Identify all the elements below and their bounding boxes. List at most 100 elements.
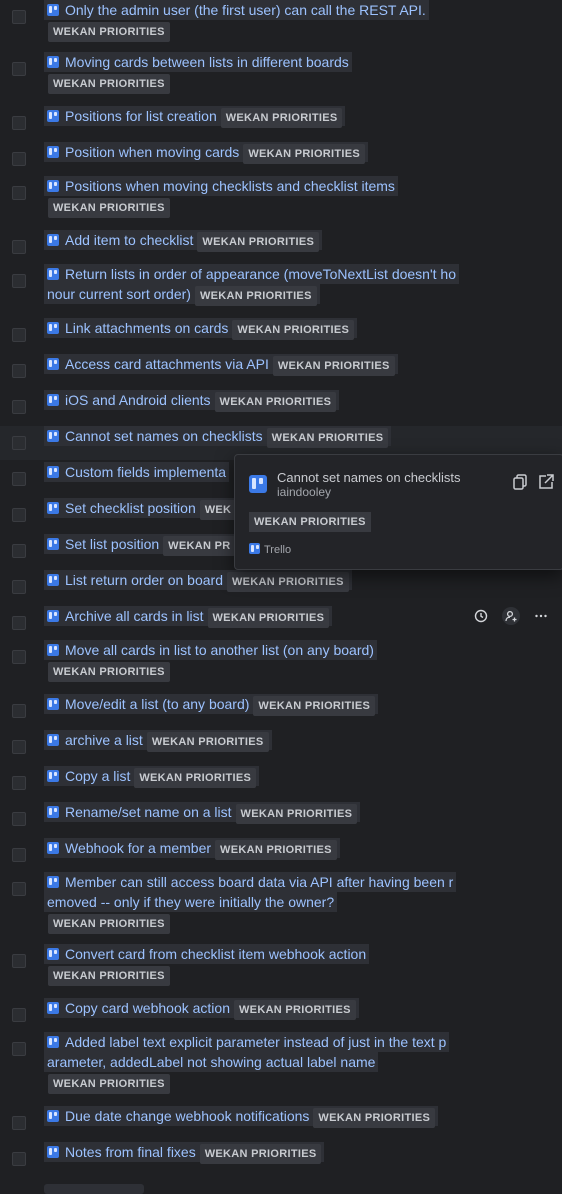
card-link[interactable]: Positions for list creation WEKAN PRIORIT… — [44, 106, 474, 128]
list-item[interactable]: Move all cards in list to another list (… — [0, 640, 562, 694]
item-checkbox[interactable] — [12, 364, 26, 378]
copy-icon[interactable] — [511, 473, 529, 491]
list-item[interactable]: Positions for list creation WEKAN PRIORIT… — [0, 106, 562, 140]
card-link[interactable]: Return lists in order of appearance (mov… — [44, 264, 474, 306]
popover-title[interactable]: Cannot set names on checklists — [277, 470, 461, 485]
item-checkbox[interactable] — [12, 274, 26, 288]
more-icon[interactable] — [532, 607, 550, 625]
item-checkbox[interactable] — [12, 1152, 26, 1166]
list-item[interactable]: Link attachments on cards WEKAN PRIORITIE… — [0, 318, 562, 352]
item-checkbox[interactable] — [12, 740, 26, 754]
card-link[interactable]: List return order on board WEKAN PRIORITI… — [44, 570, 474, 592]
card-link[interactable]: Add item to checklist WEKAN PRIORITIES — [44, 230, 474, 252]
list-item[interactable]: Moving cards between lists in different … — [0, 52, 562, 106]
card-link[interactable]: Notes from final fixes WEKAN PRIORITIES — [44, 1142, 474, 1164]
card-link[interactable]: archive a list WEKAN PRIORITIES — [44, 730, 474, 752]
card-title-line: Rename/set name on a list WEKAN PRIORITIE… — [44, 802, 361, 824]
card-link[interactable]: Move/edit a list (to any board) WEKAN PRI… — [44, 694, 474, 716]
card-link[interactable]: Moving cards between lists in different … — [44, 52, 474, 94]
list-item[interactable]: Webhook for a member WEKAN PRIORITIES — [0, 838, 562, 872]
card-title-line: Positions when moving checklists and che… — [44, 176, 398, 196]
item-checkbox[interactable] — [12, 776, 26, 790]
item-checkbox[interactable] — [12, 650, 26, 664]
list-item[interactable]: List return order on board WEKAN PRIORITI… — [0, 570, 562, 604]
item-checkbox[interactable] — [12, 544, 26, 558]
card-title-line: nour current sort order) WEKAN PRIORITIES — [44, 284, 320, 306]
external-link-icon[interactable] — [537, 473, 555, 491]
item-checkbox[interactable] — [12, 62, 26, 76]
item-checkbox[interactable] — [12, 400, 26, 414]
item-checkbox[interactable] — [12, 616, 26, 630]
card-link[interactable]: Link attachments on cards WEKAN PRIORITIE… — [44, 318, 474, 340]
card-title-text: Custom fields implementa — [65, 464, 227, 480]
item-checkbox[interactable] — [12, 954, 26, 968]
item-checkbox[interactable] — [12, 882, 26, 896]
label-badge: WEKAN PRIORITIES — [48, 74, 170, 94]
list-item[interactable]: Notes from final fixes WEKAN PRIORITIES — [0, 1142, 562, 1176]
card-link[interactable]: Position when moving cards WEKAN PRIORITI… — [44, 142, 474, 164]
item-checkbox[interactable] — [12, 812, 26, 826]
list-item[interactable]: Positions when moving checklists and che… — [0, 176, 562, 230]
list-item[interactable]: Move/edit a list (to any board) WEKAN PRI… — [0, 694, 562, 728]
card-title-text: Member can still access board data via A… — [65, 874, 454, 890]
popover-source[interactable]: Trello — [249, 543, 291, 556]
card-link[interactable]: Convert card from checklist item webhook… — [44, 944, 474, 986]
list-item[interactable]: Convert card from checklist item webhook… — [0, 944, 562, 998]
card-link[interactable]: Move all cards in list to another list (… — [44, 640, 474, 682]
item-checkbox[interactable] — [12, 1042, 26, 1056]
item-checkbox[interactable] — [12, 240, 26, 254]
list-item[interactable]: Added label text explicit parameter inst… — [0, 1032, 562, 1106]
item-checkbox[interactable] — [12, 116, 26, 130]
assign-user-icon[interactable] — [502, 607, 520, 625]
list-item[interactable]: Return lists in order of appearance (mov… — [0, 264, 562, 318]
item-checkbox[interactable] — [12, 152, 26, 166]
card-link[interactable]: Positions when moving checklists and che… — [44, 176, 474, 218]
list-item[interactable]: Member can still access board data via A… — [0, 872, 562, 946]
clock-icon[interactable] — [472, 607, 490, 625]
item-checkbox[interactable] — [12, 1008, 26, 1022]
item-checkbox[interactable] — [12, 472, 26, 486]
item-checkbox[interactable] — [12, 328, 26, 342]
card-link[interactable]: Access card attachments via API WEKAN PRI… — [44, 354, 474, 376]
card-link[interactable]: Due date change webhook notifications WEK… — [44, 1106, 474, 1128]
trello-icon — [47, 234, 59, 246]
list-item[interactable]: iOS and Android clients WEKAN PRIORITIES — [0, 390, 562, 424]
list-item[interactable]: Copy a list WEKAN PRIORITIES — [0, 766, 562, 800]
item-checkbox[interactable] — [12, 186, 26, 200]
list-item[interactable]: Archive all cards in list WEKAN PRIORITIE… — [0, 606, 562, 640]
trello-icon — [47, 394, 59, 406]
card-title-line: List return order on board WEKAN PRIORITI… — [44, 570, 352, 592]
trello-icon — [47, 466, 59, 478]
list-item[interactable]: Access card attachments via API WEKAN PRI… — [0, 354, 562, 388]
list-item[interactable]: Due date change webhook notifications WEK… — [0, 1106, 562, 1140]
list-item[interactable]: Add item to checklist WEKAN PRIORITIES — [0, 230, 562, 264]
item-checkbox[interactable] — [12, 848, 26, 862]
item-checkbox[interactable] — [12, 580, 26, 594]
card-link[interactable]: iOS and Android clients WEKAN PRIORITIES — [44, 390, 474, 412]
card-link[interactable]: Added label text explicit parameter inst… — [44, 1032, 474, 1094]
card-link[interactable]: Rename/set name on a list WEKAN PRIORITIE… — [44, 802, 474, 824]
card-link[interactable]: Webhook for a member WEKAN PRIORITIES — [44, 838, 474, 860]
list-item[interactable]: Rename/set name on a list WEKAN PRIORITIE… — [0, 802, 562, 836]
item-checkbox[interactable] — [12, 436, 26, 450]
popover-label-badge: WEKAN PRIORITIES — [249, 512, 371, 532]
trello-icon — [47, 430, 59, 442]
card-link[interactable]: Cannot set names on checklists WEKAN PRIO… — [44, 426, 474, 448]
card-link[interactable]: Member can still access board data via A… — [44, 872, 474, 934]
card-link[interactable]: Copy card webhook action WEKAN PRIORITIES — [44, 998, 474, 1020]
list-item[interactable]: archive a list WEKAN PRIORITIES — [0, 730, 562, 764]
list-item[interactable]: Position when moving cards WEKAN PRIORITI… — [0, 142, 562, 176]
card-title-line: Cannot set names on checklists WEKAN PRIO… — [44, 426, 392, 448]
list-item[interactable]: Only the admin user (the first user) can… — [0, 0, 562, 54]
item-checkbox[interactable] — [12, 508, 26, 522]
card-link[interactable]: Archive all cards in list WEKAN PRIORITIE… — [44, 606, 474, 628]
card-link[interactable]: Copy a list WEKAN PRIORITIES — [44, 766, 474, 788]
trello-icon — [47, 322, 59, 334]
item-checkbox[interactable] — [12, 10, 26, 24]
card-title-line: Position when moving cards WEKAN PRIORITI… — [44, 142, 369, 164]
item-checkbox[interactable] — [12, 704, 26, 718]
card-link[interactable]: Only the admin user (the first user) can… — [44, 0, 474, 42]
list-item[interactable]: Copy card webhook action WEKAN PRIORITIES — [0, 998, 562, 1032]
item-checkbox[interactable] — [12, 1116, 26, 1130]
card-title-line: archive a list WEKAN PRIORITIES — [44, 730, 272, 752]
